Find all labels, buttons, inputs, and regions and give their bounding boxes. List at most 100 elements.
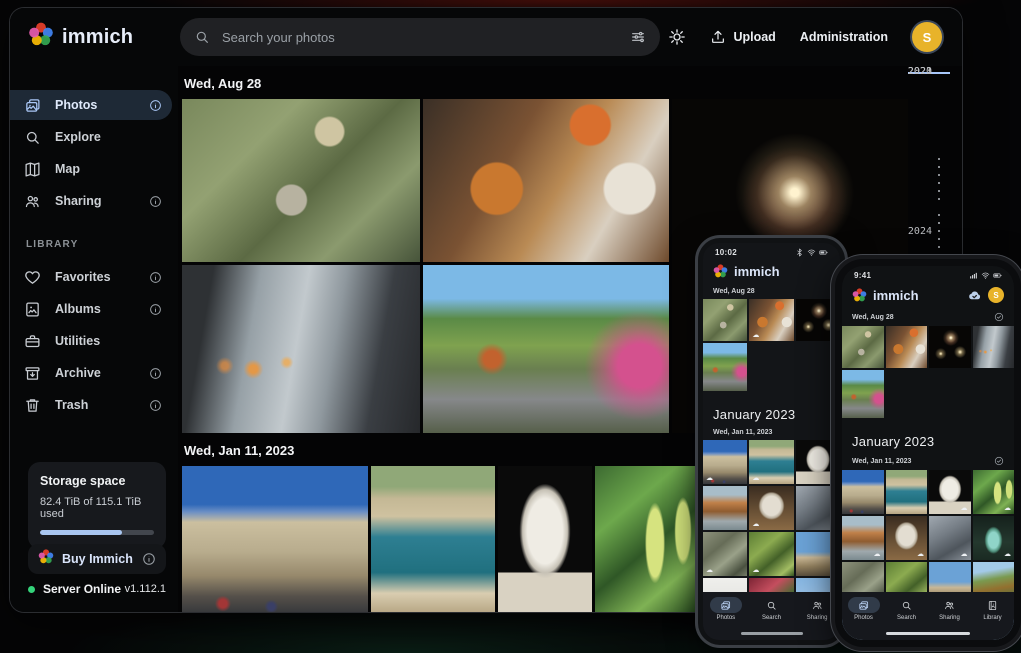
nav-tab-search[interactable]: Search <box>755 597 787 621</box>
photo-dinner-table[interactable] <box>886 326 928 368</box>
photo-monkeys-jungle[interactable] <box>182 99 420 262</box>
theme-toggle-icon[interactable] <box>668 28 686 46</box>
nav-tab-sharing[interactable]: Sharing <box>934 597 966 621</box>
photo-statue-bust[interactable] <box>498 466 592 612</box>
sidebar-item-archive[interactable]: Archive <box>10 358 172 388</box>
date-group-header: Wed, Jan 11, 2023 <box>703 424 840 440</box>
buy-immich-button[interactable]: Buy Immich <box>28 544 166 574</box>
search-icon <box>901 600 912 611</box>
search-input[interactable] <box>222 30 630 45</box>
date-group-header: Wed, Aug 28 <box>703 283 840 299</box>
photo-rock-ruins[interactable] <box>796 486 840 530</box>
sidebar-item-utilities[interactable]: Utilities <box>10 326 172 356</box>
home-indicator <box>886 632 970 635</box>
wifi-icon <box>981 271 990 280</box>
nav-tab-photos[interactable]: Photos <box>848 597 880 621</box>
upload-button[interactable]: Upload <box>710 29 775 45</box>
nav-tab-sharing[interactable]: Sharing <box>801 597 833 621</box>
sidebar-item-map[interactable]: Map <box>10 154 172 184</box>
sidebar-item-trash[interactable]: Trash <box>10 390 172 420</box>
search-icon <box>194 29 210 45</box>
storage-title: Storage space <box>40 474 154 488</box>
photo-statue-bust[interactable]: ☁ <box>929 470 971 514</box>
server-status-row: Server Online v1.112.1 <box>28 582 166 596</box>
app-title: immich <box>734 264 780 279</box>
photo-lizard-moss[interactable]: ☁ <box>749 532 793 576</box>
iphone-mockup: 9:41 immichSWed, Aug 28January 2023Wed, … <box>835 259 1021 647</box>
sidebar-item-explore[interactable]: Explore <box>10 122 172 152</box>
photo-dinner-table[interactable] <box>423 99 669 262</box>
photo-fortress-bay[interactable]: ☁ <box>749 440 793 484</box>
sidebar-item-albums[interactable]: Albums <box>10 294 172 324</box>
photo-hands-couple[interactable] <box>182 265 420 433</box>
photo-xmas-tree[interactable]: ☁ <box>973 516 1015 560</box>
photo-monkeys-jungle[interactable] <box>703 299 747 341</box>
cloud-backup-icon: ☁ <box>917 551 924 558</box>
photo-green-plant[interactable] <box>595 466 695 612</box>
photo-grid: ☁ <box>703 299 840 343</box>
battery-icon <box>993 271 1002 280</box>
search-icon <box>766 600 777 611</box>
upload-icon <box>710 29 726 45</box>
briefcase-icon <box>24 333 41 350</box>
photo-grid: ☁☁ <box>842 470 1014 516</box>
photo-fireworks[interactable] <box>796 299 840 341</box>
administration-link[interactable]: Administration <box>800 30 888 44</box>
immich-flower-icon <box>38 549 54 565</box>
timeline-year-2020[interactable]: 2020 <box>908 66 932 77</box>
immich-logo[interactable]: immich <box>28 22 133 53</box>
nav-tab-library[interactable]: Library <box>977 597 1009 621</box>
nav-tab-search[interactable]: Search <box>891 597 923 621</box>
photo-church-tower[interactable] <box>796 532 840 576</box>
photo-statue-bust[interactable] <box>796 440 840 484</box>
sun-icon <box>668 28 686 46</box>
server-status: Server Online <box>43 582 121 596</box>
photo-beach-cliff[interactable]: ☁ <box>842 516 884 560</box>
cloud-backup-icon: ☁ <box>752 567 759 574</box>
user-avatar[interactable]: S <box>988 287 1004 303</box>
photo-autumn-path[interactable] <box>423 265 669 433</box>
month-header: January 2023 <box>842 420 1014 451</box>
trash-icon <box>24 397 41 414</box>
search-bar[interactable] <box>180 18 660 56</box>
photo-rock-ruins[interactable]: ☁ <box>929 516 971 560</box>
photo-autumn-path[interactable] <box>703 343 747 391</box>
photo-green-plant[interactable]: ☁ <box>973 470 1015 514</box>
status-time: 10:02 <box>715 248 737 257</box>
sidebar-item-sharing[interactable]: Sharing <box>10 186 172 216</box>
check-circle-icon <box>994 456 1004 466</box>
photo-lizard-rocks[interactable]: ☁ <box>703 532 747 576</box>
info-icon <box>149 303 162 316</box>
photo-hands-couple[interactable] <box>973 326 1015 368</box>
cloud-backup-icon: ☁ <box>961 551 968 558</box>
immich-flower-icon <box>28 22 54 53</box>
sidebar-item-photos[interactable]: Photos <box>10 90 172 120</box>
photo-fortress-bay[interactable] <box>371 466 495 612</box>
cloud-backup-icon: ☁ <box>752 332 759 339</box>
sidebar-item-favorites[interactable]: Favorites <box>10 262 172 292</box>
timeline-year-2024[interactable]: 2024 <box>908 226 932 237</box>
photo-dubrovnik-walls[interactable] <box>182 466 368 612</box>
photo-statue-relic[interactable]: ☁ <box>749 486 793 530</box>
status-time: 9:41 <box>854 271 871 280</box>
photo-dubrovnik-walls[interactable] <box>842 470 884 514</box>
upload-icon <box>710 29 726 45</box>
info-icon[interactable] <box>142 552 156 566</box>
photo-beach-cliff[interactable] <box>703 486 747 530</box>
photo-fortress-bay[interactable] <box>886 470 928 514</box>
photo-dubrovnik-walls[interactable]: ☁ <box>703 440 747 484</box>
photo-fireworks[interactable] <box>929 326 971 368</box>
nav-tab-photos[interactable]: Photos <box>710 597 742 621</box>
cloud-backup-icon: ☁ <box>961 505 968 512</box>
android-phone-mockup: 10:02 immichWed, Aug 28☁January 2023Wed,… <box>698 238 845 645</box>
photo-monkeys-jungle[interactable] <box>842 326 884 368</box>
photo-autumn-path[interactable] <box>842 370 884 418</box>
user-avatar[interactable]: S <box>912 22 942 52</box>
cloud-backup-icon: ☁ <box>874 551 881 558</box>
search-filter-icon[interactable] <box>630 29 646 45</box>
photo-dinner-table[interactable]: ☁ <box>749 299 793 341</box>
photo-statue-relic[interactable]: ☁ <box>886 516 928 560</box>
map-icon <box>24 161 41 178</box>
cloud-backup-icon: ☁ <box>752 521 759 528</box>
server-online-dot <box>28 586 35 593</box>
